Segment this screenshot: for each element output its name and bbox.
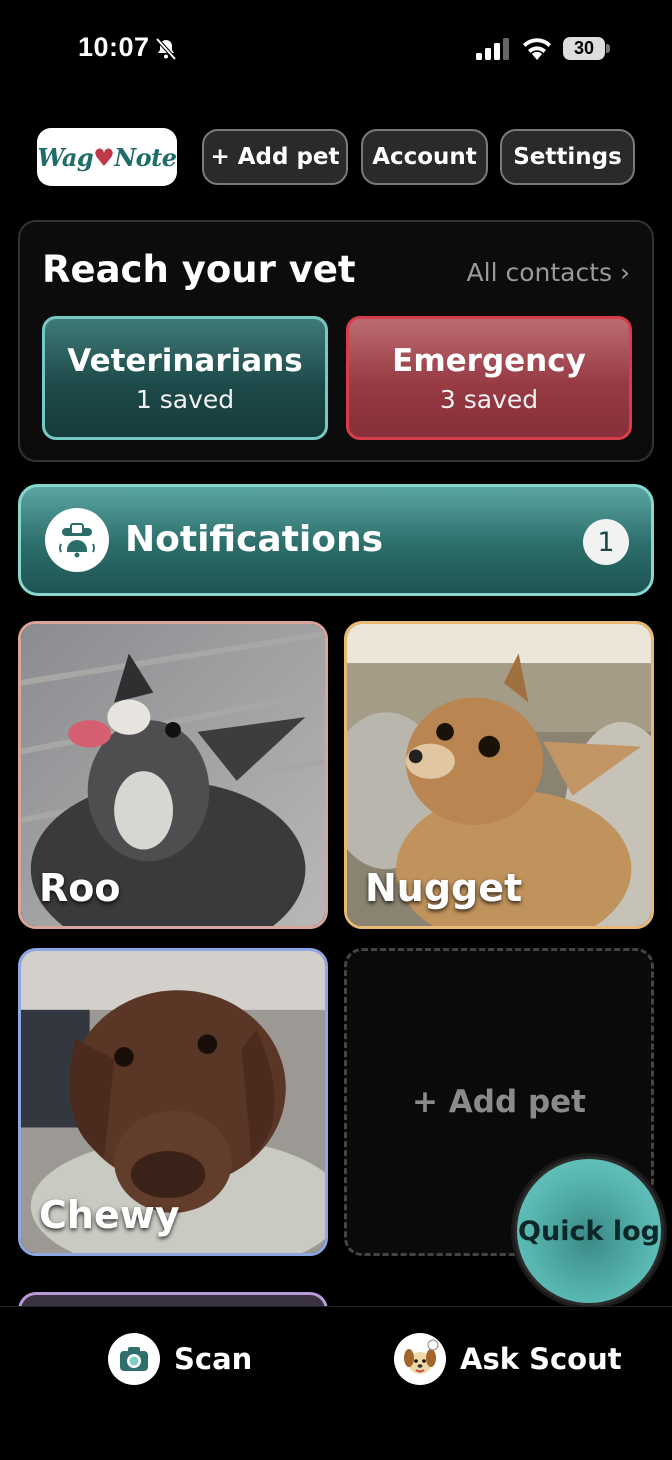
notifications-button[interactable]: Notifications 1 bbox=[18, 484, 654, 596]
emergency-count: 3 saved bbox=[439, 384, 539, 414]
battery-cap bbox=[606, 44, 610, 53]
scout-dog-icon bbox=[394, 1333, 446, 1385]
settings-button[interactable]: Settings bbox=[500, 129, 635, 185]
all-contacts-link[interactable]: All contacts › bbox=[467, 258, 630, 287]
scan-button[interactable]: Scan bbox=[108, 1333, 252, 1385]
notifications-label: Notifications bbox=[125, 519, 384, 560]
pet-name: Roo bbox=[39, 866, 121, 910]
battery-icon: 30 bbox=[563, 37, 605, 60]
scan-label: Scan bbox=[174, 1342, 253, 1376]
pet-card-chewy[interactable]: Chewy bbox=[18, 948, 328, 1256]
ask-scout-button[interactable]: Ask Scout bbox=[394, 1333, 622, 1385]
reach-vet-title: Reach your vet bbox=[42, 248, 356, 291]
reach-vet-card: Reach your vet All contacts › Veterinari… bbox=[18, 220, 654, 462]
veterinarians-count: 1 saved bbox=[135, 384, 235, 414]
pet-card-nugget[interactable]: Nugget bbox=[344, 621, 654, 929]
top-nav: Wag♥Note + Add pet Account Settings bbox=[36, 128, 636, 186]
bell-off-icon bbox=[155, 37, 177, 61]
bottom-bar: Scan Ask Scout bbox=[0, 1306, 672, 1460]
notification-bell-icon bbox=[45, 508, 109, 572]
notification-count-badge: 1 bbox=[583, 519, 629, 565]
quick-log-button[interactable]: Quick log bbox=[514, 1156, 664, 1306]
veterinarians-label: Veterinarians bbox=[67, 342, 303, 379]
emergency-button[interactable]: Emergency 3 saved bbox=[346, 316, 632, 440]
camera-icon bbox=[108, 1333, 160, 1385]
add-pet-button[interactable]: + Add pet bbox=[202, 129, 348, 185]
app-screen: 10:07 30 Wag♥Note + Add pet Account Sett… bbox=[0, 0, 672, 1460]
account-button[interactable]: Account bbox=[361, 129, 488, 185]
add-pet-tile-label: + Add pet bbox=[412, 1084, 586, 1120]
wifi-icon bbox=[523, 38, 551, 60]
ask-scout-label: Ask Scout bbox=[460, 1342, 622, 1376]
pet-card-roo[interactable]: Roo bbox=[18, 621, 328, 929]
status-time: 10:07 bbox=[78, 32, 150, 62]
app-logo[interactable]: Wag♥Note bbox=[37, 128, 177, 186]
pet-name: Chewy bbox=[39, 1193, 180, 1237]
logo-text: Wag♥Note bbox=[37, 142, 177, 172]
emergency-label: Emergency bbox=[392, 342, 586, 379]
pet-name: Nugget bbox=[365, 866, 523, 910]
veterinarians-button[interactable]: Veterinarians 1 saved bbox=[42, 316, 328, 440]
signal-icon bbox=[476, 38, 509, 60]
status-bar: 10:07 30 bbox=[0, 0, 672, 100]
quick-log-label: Quick log bbox=[518, 1215, 660, 1247]
